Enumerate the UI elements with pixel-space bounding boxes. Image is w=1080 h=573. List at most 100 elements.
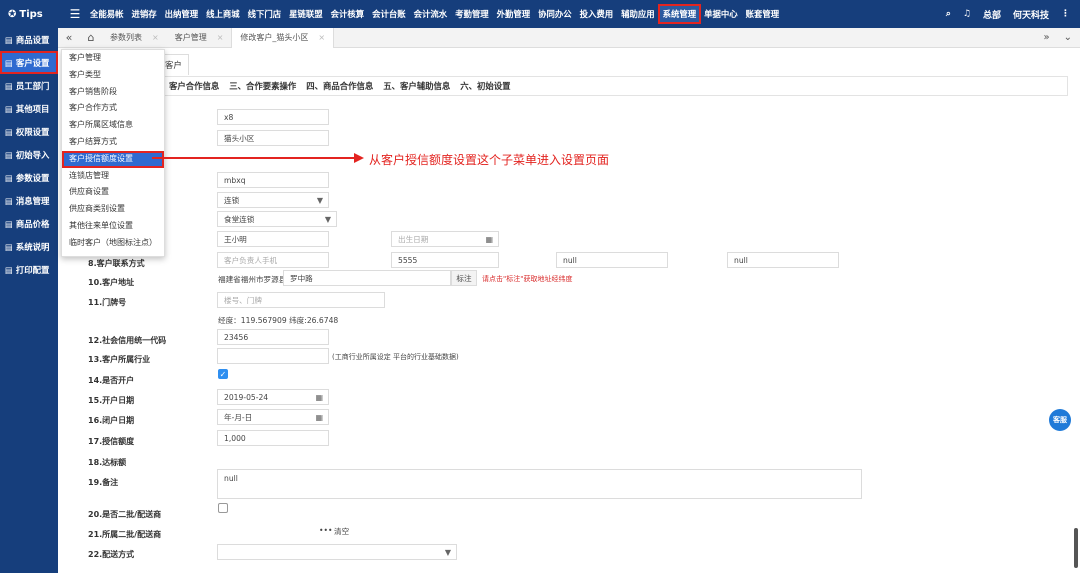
door-number-input[interactable]: 楼号、门牌	[217, 292, 385, 308]
top-menu-item[interactable]: 线上商城	[203, 6, 243, 22]
dropdown-item[interactable]: 临时客户（地图标注点）	[62, 235, 164, 252]
delivery-method-select[interactable]: ▼	[217, 544, 457, 560]
menu-icon: ▤	[5, 172, 13, 183]
tab[interactable]: 客户管理 ×	[167, 28, 232, 48]
sidebar-item[interactable]: ▤ 客户设置	[0, 51, 58, 74]
tab[interactable]: 参数列表 ×	[102, 28, 167, 48]
sidebar-item[interactable]: ▤ 初始导入	[0, 143, 58, 166]
section-tab[interactable]: 三、合作要素操作	[229, 80, 296, 92]
section-tab[interactable]: 四、商品合作信息	[306, 80, 373, 92]
dropdown-item[interactable]: 客户授信额度设置	[62, 150, 164, 168]
top-menu-item[interactable]: 出纳管理	[162, 6, 202, 22]
dropdown-item[interactable]: 供应商设置	[62, 184, 164, 201]
top-menu-item[interactable]: 单据中心	[701, 6, 741, 22]
top-menu-item[interactable]: 线下门店	[245, 6, 285, 22]
top-menu-item[interactable]: 进销存	[129, 6, 160, 22]
credit-code-input[interactable]: 23456	[217, 329, 329, 345]
pinyin-input[interactable]: mbxq	[217, 172, 329, 188]
null-input-1[interactable]: null	[556, 252, 668, 268]
sidebar-item[interactable]: ▤ 其他项目	[0, 97, 58, 120]
tab-next-icon[interactable]: »	[1043, 32, 1049, 43]
open-date-input[interactable]: 2019-05-24 ▦	[217, 389, 329, 405]
credit-limit-input[interactable]: 1,000	[217, 430, 329, 446]
sidebar-item[interactable]: ▤ 商品价格	[0, 212, 58, 235]
open-account-checkbox[interactable]: ✓	[218, 369, 228, 379]
more-dots-icon[interactable]: •••	[319, 526, 332, 535]
dropdown-item[interactable]: 客户管理	[62, 50, 164, 67]
birthday-input[interactable]: 出生日期 ▦	[391, 231, 499, 247]
industry-input[interactable]	[217, 348, 329, 364]
chevron-down-icon[interactable]: ⌄	[1064, 32, 1072, 43]
hamburger-icon[interactable]: ☰	[68, 7, 82, 21]
dropdown-item[interactable]: 客户类型	[62, 67, 164, 84]
menu-icon: ▤	[5, 264, 13, 275]
bell-icon[interactable]: ♫	[963, 9, 971, 19]
top-menu-item[interactable]: 系统管理	[657, 4, 702, 24]
phone-input[interactable]: 客户负责人手机	[217, 252, 329, 268]
calendar-icon[interactable]: ▦	[485, 235, 493, 244]
is-distributor-checkbox[interactable]	[218, 503, 228, 513]
top-menu-item[interactable]: 全能易帐	[87, 6, 127, 22]
mark-button[interactable]: 标注	[451, 270, 477, 286]
dropdown-item[interactable]: 客户合作方式	[62, 100, 164, 117]
tab-prev-icon[interactable]: «	[58, 31, 80, 44]
company-name[interactable]: 何天科技	[1013, 8, 1049, 21]
dropdown-item[interactable]: 客户销售阶段	[62, 84, 164, 101]
dropdown-item[interactable]: 其他往来单位设置	[62, 218, 164, 235]
section-tab[interactable]: 客户合作信息	[169, 80, 219, 92]
sidebar-item[interactable]: ▤ 权限设置	[0, 120, 58, 143]
scrollbar[interactable]	[1074, 528, 1078, 568]
top-menu-item[interactable]: 辅助应用	[618, 6, 658, 22]
more-icon[interactable]: ⋮	[1061, 9, 1070, 19]
phone2-input[interactable]: 5555	[391, 252, 499, 268]
section-tab[interactable]: 六、初始设置	[460, 80, 510, 92]
dropdown-item[interactable]: 供应商类别设置	[62, 201, 164, 218]
tab-label: 参数列表	[110, 33, 142, 42]
tab[interactable]: 修改客户_猫头小区 ×	[231, 27, 335, 48]
remark-textarea[interactable]: null	[217, 469, 862, 499]
top-menu-item[interactable]: 会计流水	[411, 6, 451, 22]
sidebar-item[interactable]: ▤ 消息管理	[0, 189, 58, 212]
top-menu-item[interactable]: 会计核算	[328, 6, 368, 22]
customer-name-input[interactable]: 猫头小区	[217, 130, 329, 146]
sidebar-item[interactable]: ▤ 参数设置	[0, 166, 58, 189]
null-input-2[interactable]: null	[727, 252, 839, 268]
top-menu-item[interactable]: 协同办公	[535, 6, 575, 22]
top-menu-item[interactable]: 投入费用	[577, 6, 617, 22]
top-menu-item[interactable]: 星链联盟	[286, 6, 326, 22]
close-date-input[interactable]: 年-月-日 ▦	[217, 409, 329, 425]
customer-code-input[interactable]: x8	[217, 109, 329, 125]
sidebar-item[interactable]: ▤ 系统说明	[0, 235, 58, 258]
dropdown-item[interactable]: 客户结算方式	[62, 134, 164, 151]
clear-button[interactable]: 清空	[334, 526, 349, 537]
sidebar-item-label: 参数设置	[15, 172, 50, 183]
home-icon[interactable]: ⌂	[80, 31, 102, 44]
sidebar-item[interactable]: ▤ 打印配置	[0, 258, 58, 281]
chain-select[interactable]: 食堂连锁 ▼	[217, 211, 337, 227]
menu-icon: ▤	[5, 195, 13, 206]
close-icon[interactable]: ×	[152, 33, 159, 42]
customer-service-button[interactable]: 客服	[1049, 409, 1071, 431]
search-icon[interactable]: ⌕	[946, 9, 951, 19]
close-icon[interactable]: ×	[217, 33, 224, 42]
dropdown-item[interactable]: 连锁店管理	[62, 168, 164, 185]
logo[interactable]: ✪ Tips	[0, 9, 68, 20]
top-menu-item[interactable]: 会计台账	[369, 6, 409, 22]
top-menu-item[interactable]: 考勤管理	[452, 6, 492, 22]
address-street-input[interactable]: 罗中路	[283, 270, 451, 286]
top-menu-item[interactable]: 外勤管理	[494, 6, 534, 22]
calendar-icon[interactable]: ▦	[315, 393, 323, 402]
user-branch[interactable]: 总部	[983, 8, 1001, 21]
dropdown-item[interactable]: 客户所属区域信息	[62, 117, 164, 134]
sidebar-item[interactable]: ▤ 商品设置	[0, 28, 58, 51]
label-target-amount: 18.达标额	[88, 458, 127, 467]
calendar-icon[interactable]: ▦	[315, 413, 323, 422]
contact-name-input[interactable]: 王小明	[217, 231, 329, 247]
section-tab[interactable]: 五、客户辅助信息	[383, 80, 450, 92]
sidebar-item[interactable]: ▤ 员工部门	[0, 74, 58, 97]
sidebar-item-label: 员工部门	[15, 80, 50, 91]
top-menu-item[interactable]: 账套管理	[743, 6, 783, 22]
type-select[interactable]: 连锁 ▼	[217, 192, 329, 208]
close-icon[interactable]: ×	[318, 33, 325, 42]
menu-icon: ▤	[5, 218, 13, 229]
